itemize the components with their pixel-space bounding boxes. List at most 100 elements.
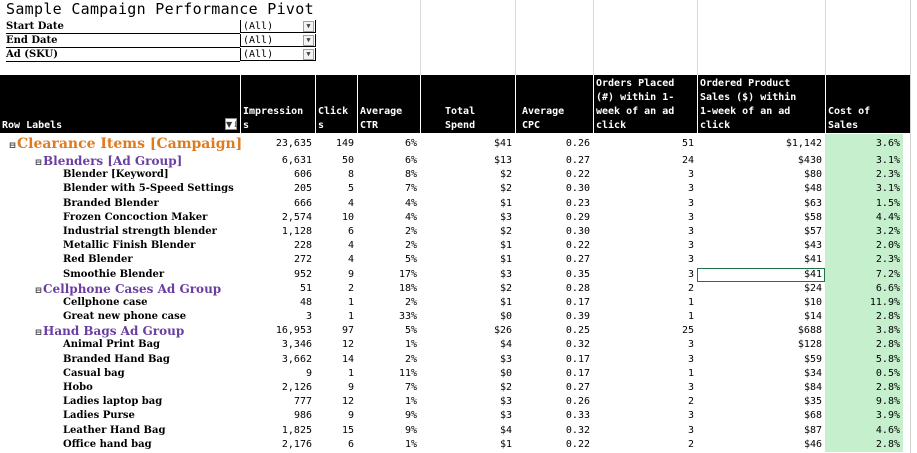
row-label[interactable]: ⊟Blenders [Ad Group]	[0, 154, 274, 168]
cell-sales[interactable]: $128	[697, 338, 825, 352]
cell-sales[interactable]: $430	[697, 154, 825, 168]
cell-sales[interactable]: $41	[697, 267, 825, 282]
cell-spend[interactable]: $0	[420, 367, 515, 381]
cell-impr[interactable]: 16,953	[240, 324, 315, 338]
cell-impr[interactable]: 2,126	[240, 381, 315, 395]
cell-sales[interactable]: $14	[697, 310, 825, 324]
cell-orders[interactable]: 3	[593, 211, 697, 225]
keyword-row[interactable]: Blender [Keyword] 606 8 8% $2 0.22 3 $80 2.3%	[0, 168, 910, 183]
cell-spend[interactable]: $3	[420, 353, 515, 367]
cell-cos[interactable]: 2.3%	[825, 168, 903, 183]
cell-clicks[interactable]: 8	[315, 168, 357, 182]
cell-ctr[interactable]: 9%	[357, 409, 420, 423]
cell-orders[interactable]: 3	[593, 239, 697, 253]
cell-impr[interactable]: 3,662	[240, 353, 315, 367]
dropdown-arrow-icon[interactable]: ▼	[303, 49, 314, 60]
cell-cos[interactable]: 5.8%	[825, 352, 903, 367]
collapse-icon[interactable]: ⊟	[34, 326, 43, 338]
cell-sales[interactable]: $59	[697, 353, 825, 367]
keyword-row[interactable]: Ladies Purse 986 9 9% $3 0.33 3 $68 3.9%	[0, 409, 910, 424]
keyword-row[interactable]: Smoothie Blender 952 9 17% $3 0.35 3 $41 7.2%	[0, 267, 910, 282]
cell-cpc[interactable]: 0.32	[515, 424, 593, 438]
keyword-row[interactable]: Leather Hand Bag 1,825 15 9% $4 0.32 3 $87 4.6%	[0, 423, 910, 438]
cell-clicks[interactable]: 5	[315, 182, 357, 196]
filter-value[interactable]: (All) ▼	[240, 20, 316, 33]
cell-cpc[interactable]: 0.27	[515, 253, 593, 267]
cell-cos[interactable]: 7.2%	[825, 267, 903, 282]
cell-cpc[interactable]: 0.30	[515, 182, 593, 196]
cell-clicks[interactable]: 9	[315, 268, 357, 282]
cell-spend[interactable]: $3	[420, 211, 515, 225]
cell-cpc[interactable]: 0.25	[515, 324, 593, 338]
cell-ctr[interactable]: 2%	[357, 239, 420, 253]
cell-orders[interactable]: 3	[593, 338, 697, 352]
cell-impr[interactable]: 986	[240, 409, 315, 423]
cell-cpc[interactable]: 0.22	[515, 239, 593, 253]
cell-spend[interactable]: $1	[420, 438, 515, 452]
cell-ctr[interactable]: 2%	[357, 225, 420, 239]
cell-orders[interactable]: 2	[593, 282, 697, 296]
keyword-row[interactable]: Office hand bag 2,176 6 1% $1 0.22 2 $46 2.8%	[0, 437, 910, 452]
cell-cos[interactable]: 1.5%	[825, 196, 903, 211]
cell-orders[interactable]: 3	[593, 268, 697, 282]
cell-impr[interactable]: 606	[240, 168, 315, 182]
cell-ctr[interactable]: 4%	[357, 197, 420, 211]
cell-cpc[interactable]: 0.22	[515, 168, 593, 182]
cell-spend[interactable]: $2	[420, 168, 515, 182]
cell-cos[interactable]: 0.5%	[825, 366, 903, 381]
cell-clicks[interactable]: 6	[315, 225, 357, 239]
cell-cos[interactable]: 2.8%	[825, 437, 903, 452]
cell-cpc[interactable]: 0.28	[515, 282, 593, 296]
cell-cos[interactable]: 4.6%	[825, 423, 903, 438]
cell-spend[interactable]: $41	[420, 134, 515, 154]
cell-ctr[interactable]: 9%	[357, 424, 420, 438]
cell-ctr[interactable]: 6%	[357, 134, 420, 154]
header-average-cpc[interactable]: Average CPC	[515, 75, 593, 133]
cell-ctr[interactable]: 1%	[357, 438, 420, 452]
cell-cos[interactable]: 3.6%	[825, 134, 903, 154]
cell-orders[interactable]: 3	[593, 424, 697, 438]
cell-cos[interactable]: 2.0%	[825, 239, 903, 254]
cell-cos[interactable]: 2.8%	[825, 338, 903, 353]
cell-sales[interactable]: $43	[697, 239, 825, 253]
cell-spend[interactable]: $1	[420, 239, 515, 253]
cell-orders[interactable]: 3	[593, 409, 697, 423]
cell-impr[interactable]: 2,176	[240, 438, 315, 452]
cell-orders[interactable]: 2	[593, 395, 697, 409]
cell-sales[interactable]: $84	[697, 381, 825, 395]
keyword-row[interactable]: Great new phone case 3 1 33% $0 0.39 1 $14 2.8%	[0, 310, 910, 325]
cell-spend[interactable]: $1	[420, 253, 515, 267]
cell-spend[interactable]: $1	[420, 197, 515, 211]
cell-sales[interactable]: $46	[697, 438, 825, 452]
cell-ctr[interactable]: 18%	[357, 282, 420, 296]
keyword-row[interactable]: Casual bag 9 1 11% $0 0.17 1 $34 0.5%	[0, 366, 910, 381]
ad-group-row[interactable]: ⊟Cellphone Cases Ad Group 51 2 18% $2 0.28 2 $2…	[0, 281, 910, 296]
keyword-row[interactable]: Frozen Concoction Maker 2,574 10 4% $3 0.29 3 $…	[0, 210, 910, 225]
filter-value[interactable]: (All) ▼	[240, 34, 316, 47]
cell-sales[interactable]: $24	[697, 282, 825, 296]
cell-ctr[interactable]: 5%	[357, 253, 420, 267]
header-ordered-sales[interactable]: Ordered Product Sales ($) within 1-week …	[697, 75, 825, 133]
cell-clicks[interactable]: 9	[315, 381, 357, 395]
cell-cos[interactable]: 3.1%	[825, 182, 903, 197]
cell-cpc[interactable]: 0.27	[515, 154, 593, 168]
cell-ctr[interactable]: 1%	[357, 338, 420, 352]
cell-cos[interactable]: 11.9%	[825, 295, 903, 311]
cell-sales[interactable]: $34	[697, 367, 825, 381]
keyword-row[interactable]: Cellphone case 48 1 2% $1 0.17 1 $10 11.9%	[0, 295, 910, 311]
cell-impr[interactable]: 272	[240, 253, 315, 267]
cell-spend[interactable]: $3	[420, 395, 515, 409]
cell-impr[interactable]: 228	[240, 239, 315, 253]
cell-clicks[interactable]: 6	[315, 438, 357, 452]
cell-impr[interactable]: 777	[240, 395, 315, 409]
cell-sales[interactable]: $41	[697, 253, 825, 267]
cell-clicks[interactable]: 149	[315, 134, 357, 154]
cell-clicks[interactable]: 9	[315, 409, 357, 423]
cell-clicks[interactable]: 12	[315, 395, 357, 409]
keyword-row[interactable]: Ladies laptop bag 777 12 1% $3 0.26 2 $35 9.8%	[0, 395, 910, 410]
keyword-row[interactable]: Blender with 5-Speed Settings 205 5 7% $2 0.3…	[0, 182, 910, 197]
cell-sales[interactable]: $48	[697, 182, 825, 196]
cell-ctr[interactable]: 2%	[357, 296, 420, 310]
cell-cpc[interactable]: 0.23	[515, 197, 593, 211]
cell-clicks[interactable]: 14	[315, 353, 357, 367]
